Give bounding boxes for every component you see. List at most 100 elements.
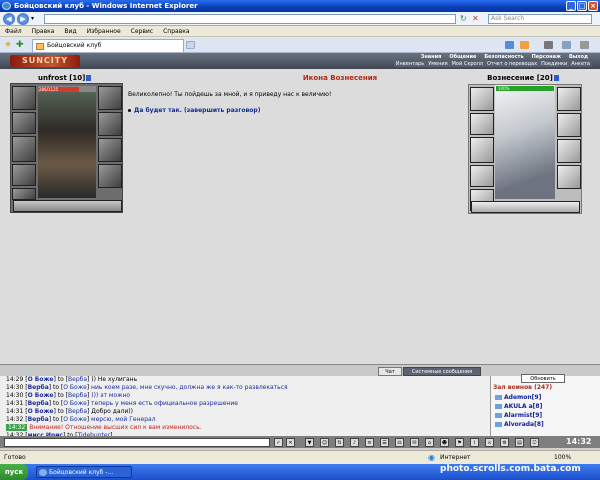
player-item[interactable]: AKULA a[8] xyxy=(495,403,542,410)
gloves-slot[interactable] xyxy=(98,138,122,162)
nav-profile[interactable]: Анкета xyxy=(569,61,592,67)
minimize-button[interactable]: _ xyxy=(566,1,576,11)
add-favorite-icon[interactable]: ✚ xyxy=(16,40,24,50)
home-icon[interactable] xyxy=(505,41,514,49)
map-icon[interactable]: ⌂ xyxy=(425,438,434,447)
nav-communication[interactable]: Общение xyxy=(445,54,480,60)
chat-sender[interactable]: О Боже xyxy=(28,376,54,383)
chat-recipient[interactable]: Верба xyxy=(68,408,87,415)
chat-sender[interactable]: Верба xyxy=(28,400,49,407)
back-button[interactable]: ◀ xyxy=(3,13,15,25)
book-icon[interactable]: ▤ xyxy=(515,438,524,447)
new-tab-icon[interactable] xyxy=(186,41,195,49)
feeds-icon[interactable] xyxy=(520,41,529,49)
chat-recipient[interactable]: О Боже xyxy=(63,400,87,407)
close-button[interactable]: × xyxy=(588,1,598,11)
taskbar-ie-item[interactable]: Бойцовский клуб -... xyxy=(36,466,132,478)
refresh-icon[interactable]: ↻ xyxy=(460,14,467,23)
nav-inventory[interactable]: Инвентарь xyxy=(394,61,426,67)
info-icon[interactable] xyxy=(553,75,559,81)
info-icon[interactable] xyxy=(86,75,92,81)
earring-slot[interactable] xyxy=(98,86,122,110)
ring-slots[interactable] xyxy=(13,200,122,212)
helmet-slot[interactable] xyxy=(12,86,36,110)
player-name[interactable]: AKULA a[8] xyxy=(504,403,542,410)
clan-icon xyxy=(495,404,502,409)
message-input[interactable] xyxy=(4,438,270,447)
nav-knowledge[interactable]: Знания xyxy=(417,54,446,60)
friends-icon[interactable]: ☻ xyxy=(440,438,449,447)
player-item[interactable]: Ademon[9] xyxy=(495,394,541,401)
page-menu-icon[interactable] xyxy=(562,41,571,49)
fight-icon[interactable]: ⚔ xyxy=(485,438,494,447)
menu-favorites[interactable]: Избранное xyxy=(82,26,126,37)
zoom-level[interactable]: 100% xyxy=(554,454,571,461)
boots-slot[interactable] xyxy=(12,188,36,200)
chat-sender[interactable]: Верба xyxy=(28,384,49,391)
menu-help[interactable]: Справка xyxy=(158,26,194,37)
enemy-armor-slot xyxy=(470,137,494,163)
menu-tools[interactable]: Сервис xyxy=(126,26,158,37)
history-dropdown-icon[interactable]: ▾ xyxy=(31,15,34,22)
chat-recipient[interactable]: О Боже xyxy=(63,384,87,391)
nav-security[interactable]: Безопасность xyxy=(480,54,527,60)
player-name[interactable]: Alarmist[9] xyxy=(504,412,542,419)
tab-main[interactable]: Бойцовский клуб xyxy=(32,39,184,52)
print-icon[interactable] xyxy=(544,41,553,49)
send-button[interactable]: ✓ xyxy=(274,438,283,447)
shield-slot[interactable] xyxy=(98,164,122,188)
clan-icon[interactable]: ⚑ xyxy=(455,438,464,447)
nav-character[interactable]: Персонаж xyxy=(528,54,565,60)
player-name[interactable]: Alvorada[8] xyxy=(504,421,544,428)
nav-transfers[interactable]: Отчет о переводах xyxy=(485,61,539,67)
favorites-star-icon[interactable]: ★ xyxy=(4,40,12,50)
site-header: SUNCITY Знания Общение Безопасность Персона… xyxy=(0,53,600,69)
search-input[interactable]: Ask Search xyxy=(488,14,592,24)
sort-icon[interactable]: ≡ xyxy=(365,438,374,447)
smile-icon[interactable]: ☺ xyxy=(320,438,329,447)
weapon-slot[interactable] xyxy=(12,112,36,134)
chat-sender[interactable]: Верба xyxy=(28,416,49,423)
settings-icon[interactable]: ⚙ xyxy=(500,438,509,447)
nav-skills[interactable]: Умения xyxy=(426,61,449,67)
nav-scroll[interactable]: Мой Скролл xyxy=(450,61,485,67)
start-button[interactable]: пуск xyxy=(0,464,28,480)
chat-recipient[interactable]: О Боже xyxy=(63,416,87,423)
forward-button[interactable]: ▶ xyxy=(17,13,29,25)
mail-icon[interactable]: ✉ xyxy=(410,438,419,447)
left-char-nick: unfrost xyxy=(38,74,67,82)
clear-button[interactable]: ✕ xyxy=(286,438,295,447)
armor-slot[interactable] xyxy=(12,136,36,162)
dialog-option-link[interactable]: Да будет так. (завершить разговор) xyxy=(128,107,260,114)
chat-recipient[interactable]: Верба xyxy=(68,376,87,383)
party-icon[interactable]: ☰ xyxy=(380,438,389,447)
watermark: photo.scrolls.com.bata.com xyxy=(440,464,581,474)
scroll-icon[interactable]: ⇅ xyxy=(335,438,344,447)
chat-sender[interactable]: О Боже xyxy=(28,392,54,399)
offhand-slot[interactable] xyxy=(98,112,122,136)
stop-icon[interactable]: ✕ xyxy=(472,14,479,23)
tools-gear-icon[interactable] xyxy=(580,41,589,49)
player-item[interactable]: Alvorada[8] xyxy=(495,421,544,428)
sound-icon[interactable]: ♪ xyxy=(350,438,359,447)
player-name[interactable]: Ademon[9] xyxy=(504,394,541,401)
exit-icon[interactable]: ⎋ xyxy=(530,438,539,447)
refresh-button[interactable]: Обновить xyxy=(521,374,565,383)
nav-duels[interactable]: Поединки xyxy=(539,61,569,67)
info-icon[interactable]: i xyxy=(470,438,479,447)
chat-recipient[interactable]: Верба xyxy=(68,392,87,399)
tab-system-messages[interactable]: Системные сообщения xyxy=(403,367,481,376)
menu-view[interactable]: Вид xyxy=(59,26,81,37)
maximize-button[interactable]: □ xyxy=(577,1,587,11)
menu-file[interactable]: Файл xyxy=(0,26,27,37)
belt-slot[interactable] xyxy=(12,164,36,186)
menu-edit[interactable]: Правка xyxy=(27,26,60,37)
chat-sender[interactable]: О Боже xyxy=(28,408,54,415)
filter-icon[interactable]: ▼ xyxy=(305,438,314,447)
chat-message: 14:32 [Верба] to [О Боже] мерсю, мой Ген… xyxy=(6,416,156,423)
trade-icon[interactable]: ⚖ xyxy=(395,438,404,447)
player-item[interactable]: Alarmist[9] xyxy=(495,412,542,419)
url-input[interactable] xyxy=(44,14,456,24)
tab-chat[interactable]: Чат xyxy=(378,367,402,376)
nav-exit[interactable]: Выход xyxy=(565,54,592,60)
